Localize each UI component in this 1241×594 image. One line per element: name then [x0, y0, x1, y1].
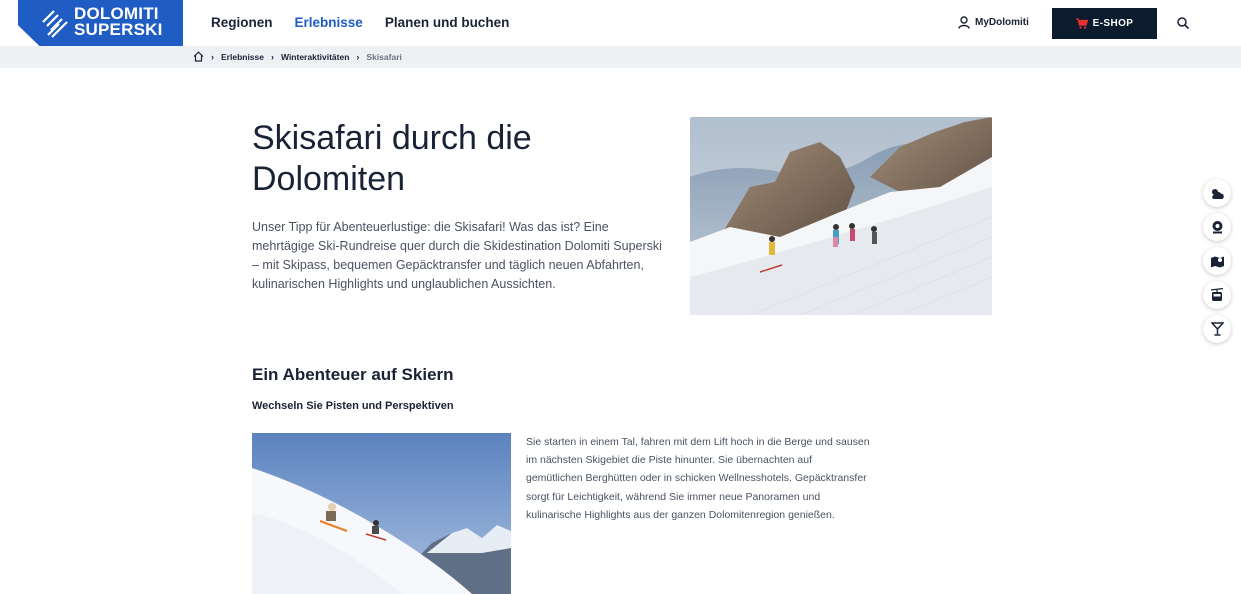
nav-planen-und-buchen[interactable]: Planen und buchen: [385, 15, 510, 30]
webcam-icon: [1212, 221, 1222, 234]
gondola-icon: [1210, 288, 1224, 301]
webcam-button[interactable]: [1203, 213, 1231, 241]
nav-erlebnisse[interactable]: Erlebnisse: [295, 15, 363, 30]
section-subtitle: Wechseln Sie Pisten und Perspektiven: [252, 400, 454, 412]
section-image-freeride-skiers: [252, 433, 511, 594]
section-body-text: Sie starten in einem Tal, fahren mit dem…: [526, 436, 870, 521]
chevron-right-icon: ›: [356, 51, 360, 62]
breadcrumb-current: Skisafari: [366, 51, 402, 62]
breadcrumb-winteraktivitaeten[interactable]: Winteraktivitäten: [281, 52, 349, 62]
map-icon: [1210, 256, 1224, 267]
logo-mark-icon: [42, 10, 68, 38]
home-icon[interactable]: [193, 51, 204, 62]
mydolomiti-link[interactable]: MyDolomiti: [958, 16, 1029, 29]
page-title: Skisafari durch die Dolomiten: [252, 119, 532, 198]
lift-button[interactable]: [1203, 281, 1231, 309]
breadcrumb-bar: › Erlebnisse › Winteraktivitäten › Skisa…: [0, 46, 1241, 68]
user-icon: [958, 16, 970, 29]
cart-icon: [1075, 18, 1088, 29]
breadcrumb: › Erlebnisse › Winteraktivitäten › Skisa…: [193, 51, 402, 62]
section-title: Ein Abenteuer auf Skiern: [252, 365, 454, 384]
eshop-button[interactable]: E-SHOP: [1052, 8, 1157, 39]
weather-icon: [1211, 188, 1224, 199]
nav-regionen[interactable]: Regionen: [211, 15, 273, 30]
site-header: DOLOMITI SUPERSKI Regionen Erlebnisse Pl…: [0, 0, 1241, 46]
apres-ski-icon: [1210, 322, 1224, 336]
dolomiti-superski-logo[interactable]: DOLOMITI SUPERSKI: [18, 0, 183, 46]
map-button[interactable]: [1203, 247, 1231, 275]
chevron-right-icon: ›: [211, 51, 214, 62]
breadcrumb-erlebnisse[interactable]: Erlebnisse: [221, 52, 264, 62]
side-quicklinks: [1203, 179, 1231, 343]
logo-line-2: SUPERSKI: [74, 20, 163, 39]
eshop-label: E-SHOP: [1092, 18, 1134, 29]
hero-intro-text: Unser Tipp für Abenteuerlustige: die Ski…: [252, 220, 662, 291]
weather-button[interactable]: [1203, 179, 1231, 207]
hero-image-skiers-dolomites: [690, 117, 992, 315]
chevron-right-icon: ›: [271, 51, 274, 62]
main-navigation: Regionen Erlebnisse Planen und buchen: [211, 15, 509, 30]
search-icon[interactable]: [1176, 16, 1190, 30]
mydolomiti-label: MyDolomiti: [975, 17, 1029, 28]
logo-text: DOLOMITI SUPERSKI: [74, 5, 163, 39]
apres-ski-button[interactable]: [1203, 315, 1231, 343]
